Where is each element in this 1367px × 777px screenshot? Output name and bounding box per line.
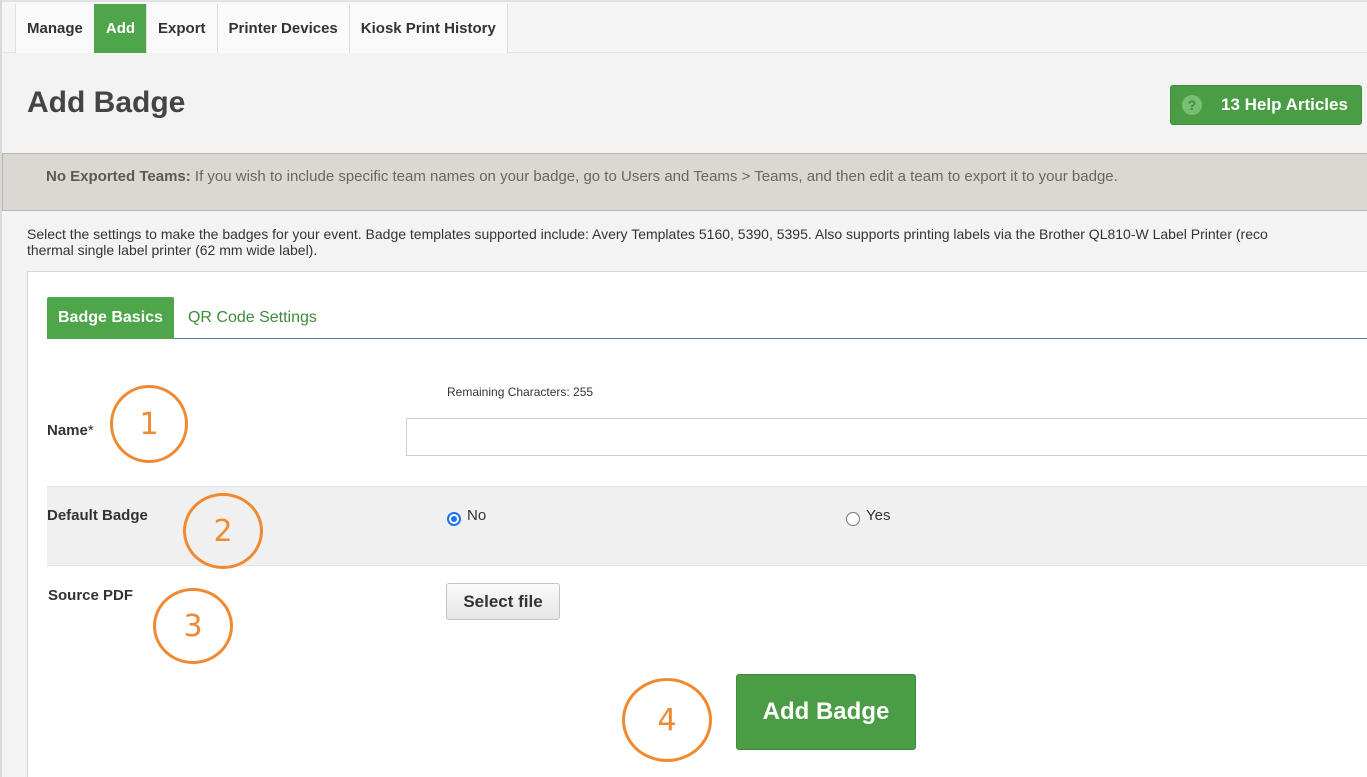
- tab-add[interactable]: Add: [93, 4, 147, 53]
- intro-line-1: Select the settings to make the badges f…: [27, 226, 1268, 242]
- default-badge-yes-option[interactable]: Yes: [846, 507, 890, 526]
- callout-4: 4: [622, 678, 712, 762]
- page-title: Add Badge: [27, 86, 186, 119]
- source-pdf-label: Source PDF: [48, 587, 134, 604]
- tab-printer-devices[interactable]: Printer Devices: [216, 4, 349, 53]
- top-nav: Manage Add Export Printer Devices Kiosk …: [0, 0, 1367, 53]
- top-tabs: Manage Add Export Printer Devices Kiosk …: [15, 4, 508, 53]
- callout-1: 1: [110, 385, 188, 463]
- tab-kiosk-print-history[interactable]: Kiosk Print History: [348, 4, 508, 53]
- tab-badge-basics[interactable]: Badge Basics: [47, 297, 174, 339]
- intro-text: Select the settings to make the badges f…: [27, 226, 1367, 258]
- left-border: [0, 0, 2, 777]
- name-label-text: Name: [47, 422, 88, 439]
- help-articles-button[interactable]: ? 13 Help Articles: [1170, 85, 1362, 125]
- default-badge-label: Default Badge: [47, 507, 148, 524]
- remaining-characters: Remaining Characters: 255: [447, 385, 594, 399]
- question-icon: ?: [1182, 95, 1202, 115]
- required-mark: *: [87, 422, 94, 439]
- notice-title: No Exported Teams:: [46, 168, 191, 185]
- radio-yes-label: Yes: [866, 507, 891, 524]
- radio-no-label: No: [467, 507, 487, 524]
- tab-qr-code-settings[interactable]: QR Code Settings: [174, 297, 328, 339]
- callout-2: 2: [183, 493, 263, 569]
- tab-manage[interactable]: Manage: [15, 4, 94, 53]
- tab-export[interactable]: Export: [146, 4, 217, 53]
- callout-3: 3: [153, 588, 233, 664]
- help-articles-label: 13 Help Articles: [1221, 95, 1348, 114]
- notice-banner: No Exported Teams: If you wish to includ…: [2, 153, 1367, 211]
- name-label: Name*: [47, 422, 94, 439]
- notice-text: If you wish to include specific team nam…: [190, 168, 1118, 185]
- default-badge-no-option[interactable]: No: [447, 507, 486, 526]
- name-input[interactable]: [406, 418, 1367, 456]
- add-badge-button[interactable]: Add Badge: [736, 674, 916, 750]
- intro-line-2: thermal single label printer (62 mm wide…: [27, 242, 318, 258]
- form-tabs: Badge Basics QR Code Settings: [47, 297, 1367, 339]
- select-file-button[interactable]: Select file: [446, 583, 560, 620]
- radio-yes[interactable]: [846, 512, 860, 526]
- radio-no[interactable]: [447, 512, 461, 526]
